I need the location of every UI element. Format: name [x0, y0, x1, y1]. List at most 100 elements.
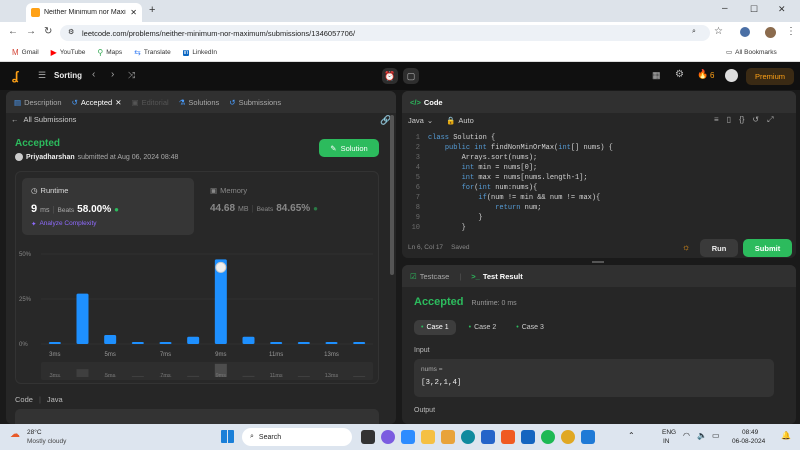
case-tab-1[interactable]: • Case 1 [414, 320, 456, 335]
code-line[interactable]: 10 } [402, 223, 796, 231]
clock-date[interactable]: 06-08-2024 [732, 438, 765, 445]
weather-icon[interactable]: ☁ [10, 429, 20, 440]
chrome-icon[interactable] [561, 430, 575, 444]
layout-icon[interactable]: ▦ [652, 70, 661, 81]
histogram-bar[interactable] [270, 342, 283, 344]
new-tab-icon[interactable]: + [149, 4, 155, 16]
profile-avatar[interactable] [765, 27, 776, 38]
streak-fire-icon[interactable]: 🔥 [697, 69, 708, 80]
submit-button[interactable]: Submit [743, 239, 792, 257]
lang-1[interactable]: ENG [662, 429, 676, 436]
code-line[interactable]: 8 return num; [402, 203, 796, 213]
timer-icon[interactable]: ⏰ [382, 68, 398, 84]
windows-start-icon[interactable] [221, 430, 234, 443]
store-icon[interactable] [481, 430, 495, 444]
bookmark-linkedin[interactable]: in LinkedIn [182, 49, 217, 56]
volume-icon[interactable]: 🔈 [697, 431, 707, 440]
fullscreen-icon[interactable]: ⤢ [767, 115, 773, 125]
clock-time[interactable]: 08:49 [742, 429, 758, 436]
chevron-up-icon[interactable]: ⌃ [628, 431, 635, 440]
code-line[interactable]: 6 for(int num:nums){ [402, 183, 796, 193]
histogram-bar[interactable] [297, 342, 310, 344]
zoom-icon[interactable]: ⌕ [692, 28, 696, 36]
analyze-complexity-link[interactable]: ✦ Analyze Complexity [31, 220, 97, 228]
maximize-icon[interactable]: ☐ [750, 4, 758, 15]
code-line[interactable]: 5 int max = nums[nums.length-1]; [402, 173, 796, 183]
site-info-icon[interactable]: ⚙ [68, 28, 74, 36]
close-tab-icon[interactable]: ✕ [130, 8, 137, 17]
reset-icon[interactable]: ↺ [752, 115, 759, 125]
code-editor[interactable]: 1 class Solution {2 public int findNonMin… [402, 133, 796, 231]
prev-problem-icon[interactable]: ‹ [92, 69, 95, 80]
spotify-icon[interactable] [541, 430, 555, 444]
notes-icon[interactable]: ▢ [403, 68, 419, 84]
braces-icon[interactable]: {} [739, 115, 744, 125]
runtime-box[interactable]: ◷ Runtime 9 ms | Beats 58.00% ● ✦ Analyze … [22, 178, 194, 235]
meet-icon[interactable] [401, 430, 415, 444]
tab-test-result[interactable]: >_ Test Result [471, 272, 522, 281]
memory-box[interactable]: ▣ Memory 44.68 MB | Beats 84.65% ● [202, 178, 374, 235]
case-tab-3[interactable]: • Case 3 [509, 320, 551, 335]
all-submissions-link[interactable]: ← All Submissions [11, 115, 76, 124]
auto-mode[interactable]: 🔒 Auto [446, 116, 474, 125]
code-line[interactable]: 4 int min = nums[0]; [402, 163, 796, 173]
battery-icon[interactable]: ▭ [712, 431, 720, 440]
code-line[interactable]: 7 if(num != min && num != max){ [402, 193, 796, 203]
problem-list-title[interactable]: Sorting [54, 71, 82, 80]
problem-list-icon[interactable]: ☰ [38, 70, 46, 81]
edge-icon[interactable] [461, 430, 475, 444]
minimize-icon[interactable]: – [722, 3, 728, 14]
panel-resize-handle[interactable] [592, 261, 604, 263]
histogram-bar[interactable] [48, 342, 61, 344]
chart-navigator[interactable] [41, 362, 373, 380]
runtime-distribution-chart[interactable]: 50% 25% 0% 3ms 5ms 7ms 9ms 11ms 13ms 3ms 5ms 7ms 9ms… [16, 236, 380, 384]
histogram-bar[interactable] [159, 342, 172, 344]
bookmark-maps[interactable]: ⚲ Maps [97, 48, 122, 57]
mail-icon[interactable] [521, 430, 535, 444]
user-position-marker[interactable] [215, 261, 227, 273]
histogram-bar[interactable] [325, 342, 338, 344]
debug-icon[interactable]: ☼ [682, 242, 690, 252]
menu-icon[interactable]: ⋮ [786, 26, 796, 37]
code-line[interactable]: 2 public int findNonMinOrMax(int[] nums)… [402, 143, 796, 153]
photos-icon[interactable] [441, 430, 455, 444]
reload-icon[interactable]: ↻ [44, 26, 52, 37]
histogram-bar[interactable] [242, 336, 255, 344]
code-line[interactable]: 9 } [402, 213, 796, 223]
tab-code[interactable]: </> Code [410, 98, 443, 107]
shuffle-icon[interactable]: ⤨ [128, 70, 135, 81]
settings-icon[interactable]: ⚙ [675, 69, 684, 80]
leetcode-logo[interactable]: ʆ [12, 69, 18, 83]
solution-button[interactable]: ✎ Solution [319, 139, 379, 157]
histogram-bar[interactable] [131, 342, 144, 344]
case-tab-2[interactable]: • Case 2 [462, 320, 504, 335]
all-bookmarks[interactable]: ▭ All Bookmarks [726, 48, 777, 57]
brave-icon[interactable] [501, 430, 515, 444]
histogram-bar[interactable] [104, 335, 117, 344]
bookmark-translate[interactable]: ⇆ Translate [134, 48, 171, 57]
run-button[interactable]: Run [700, 239, 738, 257]
close-tab-accepted-icon[interactable]: ✕ [115, 98, 121, 107]
url-field[interactable]: ⚙ leetcode.com/problems/neither-minimum-… [60, 25, 710, 41]
close-window-icon[interactable]: ✕ [778, 4, 786, 15]
wifi-icon[interactable]: ◠ [683, 431, 690, 440]
notification-bell-icon[interactable]: 🔔 [781, 431, 791, 440]
bookmark-gmail[interactable]: M Gmail [12, 48, 39, 57]
histogram-bar[interactable] [187, 336, 200, 344]
format-icon[interactable]: ≡ [714, 115, 719, 125]
copilot-icon[interactable] [381, 430, 395, 444]
tab-testcase[interactable]: ☑ Testcase [410, 272, 449, 281]
bookmark-icon[interactable]: ▯ [727, 115, 731, 125]
next-problem-icon[interactable]: › [111, 69, 114, 80]
bookmark-youtube[interactable]: ▶ YouTube [51, 48, 86, 57]
histogram-bar[interactable] [76, 293, 89, 344]
code-line[interactable]: 3 Arrays.sort(nums); [402, 153, 796, 163]
extensions-icon[interactable] [740, 27, 750, 37]
left-scrollbar[interactable] [390, 115, 394, 275]
bookmark-star-icon[interactable]: ☆ [714, 26, 723, 37]
task-view-icon[interactable] [361, 430, 375, 444]
premium-button[interactable]: Premium [746, 68, 794, 85]
histogram-bar[interactable] [353, 342, 366, 344]
back-icon[interactable]: ← [8, 26, 18, 37]
taskbar-search[interactable]: ⌕ Search [242, 428, 352, 446]
